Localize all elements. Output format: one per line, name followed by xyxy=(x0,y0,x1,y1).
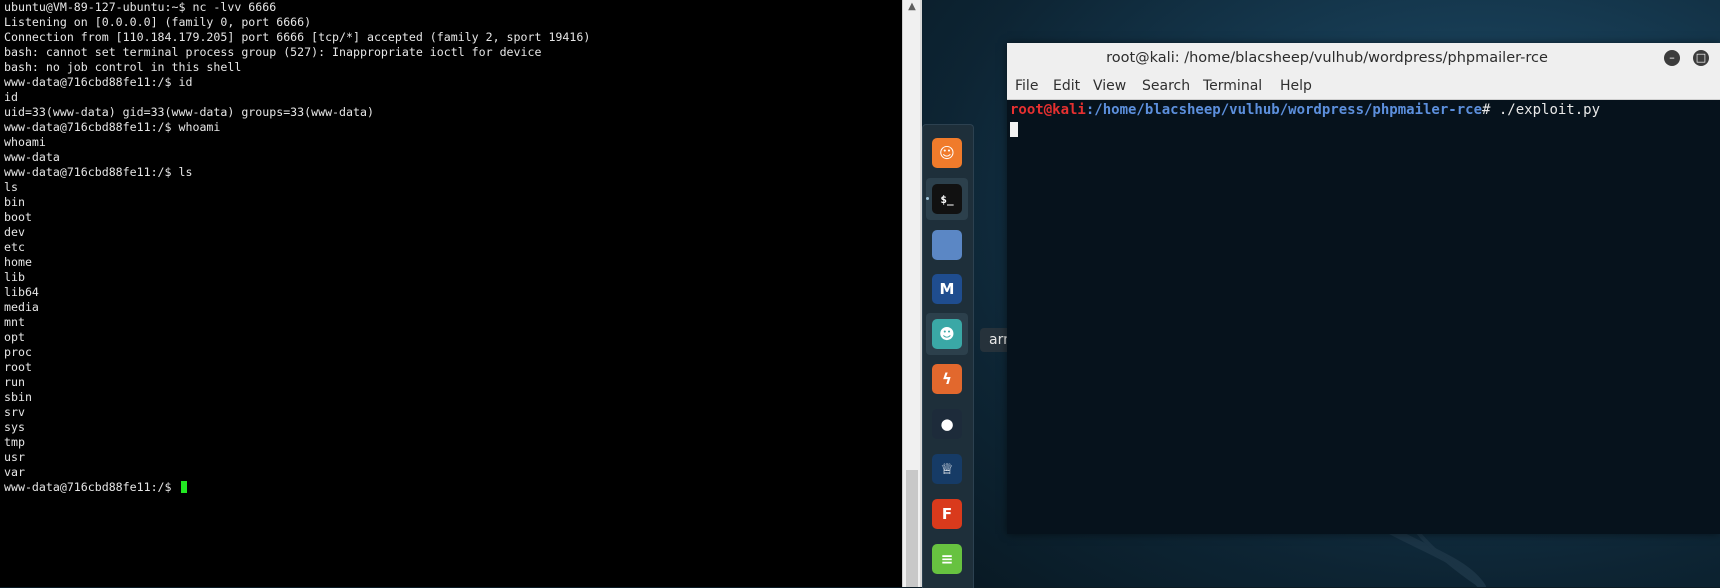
terminal-line: root xyxy=(4,360,32,374)
terminal-line: www-data xyxy=(4,150,60,164)
terminal-line: var xyxy=(4,465,25,479)
menu-item[interactable]: Edit xyxy=(1053,74,1080,99)
prompt-user: root@kali xyxy=(1010,102,1086,118)
current-prompt: www-data@716cbd88fe11:/$ xyxy=(4,480,179,494)
running-indicator xyxy=(926,197,929,200)
dock-item-maltego[interactable]: ● xyxy=(926,403,968,445)
terminal-line: mnt xyxy=(4,315,25,329)
kali-terminal-window[interactable]: root@kali: /home/blacsheep/vulhub/wordpr… xyxy=(1007,43,1720,534)
terminal-cursor xyxy=(180,481,187,493)
menu-item[interactable]: File xyxy=(1015,74,1038,99)
terminal-line: home xyxy=(4,255,32,269)
typed-command: ./exploit.py xyxy=(1498,102,1601,118)
left-terminal[interactable]: ubuntu@VM-89-127-ubuntu:~$ nc -lvv 6666 L… xyxy=(0,0,902,587)
prompt-path: :/home/blacsheep/vulhub/wordpress/phpmai… xyxy=(1085,102,1483,118)
terminal-line: srv xyxy=(4,405,25,419)
terminal-cursor xyxy=(1010,122,1018,137)
terminal-line: boot xyxy=(4,210,32,224)
dock-item-armitage[interactable]: ☻ xyxy=(926,313,968,355)
leafpad-icon: ≡ xyxy=(932,544,962,574)
terminal-line: etc xyxy=(4,240,25,254)
burpsuite-icon: ϟ xyxy=(932,364,962,394)
maximize-icon[interactable]: □ xyxy=(1693,50,1709,66)
terminal-line: lib64 xyxy=(4,285,39,299)
menu-item[interactable]: Help xyxy=(1280,74,1312,99)
terminal-line: whoami xyxy=(4,135,46,149)
terminal-line: www-data@716cbd88fe11:/$ whoami xyxy=(4,120,221,134)
terminal-line: Listening on [0.0.0.0] (family 0, port 6… xyxy=(4,15,312,29)
terminal-line: bash: cannot set terminal process group … xyxy=(4,45,542,59)
dock-item-terminal[interactable]: $_ xyxy=(926,178,968,220)
menu-item[interactable]: Search xyxy=(1142,74,1190,99)
scroll-thumb[interactable] xyxy=(906,470,918,587)
terminal-line: sys xyxy=(4,420,25,434)
terminal-icon: $_ xyxy=(932,184,962,214)
dock-item-files[interactable] xyxy=(926,224,968,266)
command-line: root@kali:/home/blacsheep/vulhub/wordpre… xyxy=(1010,102,1600,118)
terminal-line: bash: no job control in this shell xyxy=(4,60,242,74)
terminal-line: opt xyxy=(4,330,25,344)
prompt-symbol: # xyxy=(1482,102,1499,118)
menu-item[interactable]: Terminal xyxy=(1203,74,1262,99)
terminal-line: www-data@716cbd88fe11:/$ ls xyxy=(4,165,193,179)
terminal-line: Connection from [110.184.179.205] port 6… xyxy=(4,30,591,44)
beef-icon: ♕ xyxy=(932,454,962,484)
application-dock: ☺ $_ M ☻ ϟ ● ♕ F ≡ xyxy=(922,124,974,588)
terminal-line: usr xyxy=(4,450,25,464)
terminal-line: proc xyxy=(4,345,32,359)
dock-item-metasploit[interactable]: M xyxy=(926,268,968,310)
terminal-line: id xyxy=(4,90,18,104)
terminal-line: sbin xyxy=(4,390,32,404)
terminal-output: ubuntu@VM-89-127-ubuntu:~$ nc -lvv 6666 L… xyxy=(4,0,590,495)
menu-bar: File Edit View Search Terminal Help xyxy=(1007,74,1720,100)
files-icon xyxy=(932,230,962,260)
metasploit-icon: M xyxy=(932,274,962,304)
terminal-line: media xyxy=(4,300,39,314)
maltego-icon: ● xyxy=(932,409,962,439)
dock-item-firefox[interactable]: ☺ xyxy=(926,132,968,174)
window-titlebar[interactable]: root@kali: /home/blacsheep/vulhub/wordpr… xyxy=(1007,43,1720,75)
terminal-scrollbar[interactable]: ▲ xyxy=(902,0,921,587)
dock-item-burpsuite[interactable]: ϟ xyxy=(926,358,968,400)
scroll-up-arrow-icon[interactable]: ▲ xyxy=(903,0,921,14)
dock-item-beef[interactable]: ♕ xyxy=(926,448,968,490)
firefox-icon: ☺ xyxy=(932,138,962,168)
menu-item[interactable]: View xyxy=(1093,74,1126,99)
dock-item-leafpad[interactable]: ≡ xyxy=(926,538,968,580)
terminal-line: tmp xyxy=(4,435,25,449)
terminal-line: run xyxy=(4,375,25,389)
terminal-body[interactable]: root@kali:/home/blacsheep/vulhub/wordpre… xyxy=(1007,100,1720,534)
terminal-line: dev xyxy=(4,225,25,239)
faraday-icon: F xyxy=(932,499,962,529)
terminal-line: ls xyxy=(4,180,18,194)
terminal-line: www-data@716cbd88fe11:/$ id xyxy=(4,75,193,89)
terminal-line: lib xyxy=(4,270,25,284)
terminal-line: uid=33(www-data) gid=33(www-data) groups… xyxy=(4,105,374,119)
minimize-icon[interactable]: – xyxy=(1664,50,1680,66)
current-prompt-line: www-data@716cbd88fe11:/$ xyxy=(4,480,590,495)
window-title: root@kali: /home/blacsheep/vulhub/wordpr… xyxy=(1106,50,1548,66)
terminal-line: ubuntu@VM-89-127-ubuntu:~$ nc -lvv 6666 xyxy=(4,0,277,14)
terminal-line: bin xyxy=(4,195,25,209)
dock-item-faraday[interactable]: F xyxy=(926,493,968,535)
armitage-icon: ☻ xyxy=(932,319,962,349)
